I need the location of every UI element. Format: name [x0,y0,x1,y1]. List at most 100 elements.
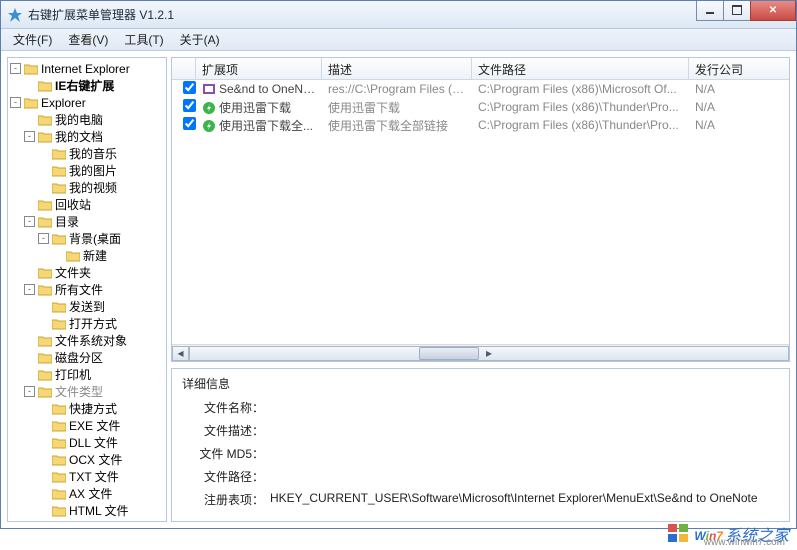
row-checkbox[interactable] [183,117,196,130]
folder-open-icon [38,131,52,143]
col-description[interactable]: 描述 [322,58,472,79]
folder-icon [52,420,66,432]
col-extension[interactable]: 扩展项 [196,58,322,79]
tree-node-filetype[interactable]: -文件类型 [24,383,166,400]
folder-icon [38,335,52,347]
tree-node-shortcut[interactable]: 快捷方式 [38,400,166,417]
detail-value [270,445,779,462]
scroll-thumb[interactable] [419,347,479,360]
right-pane: 扩展项 描述 文件路径 发行公司 Se&nd to OneNoteres://C… [171,57,790,522]
tree-node-ie-ext[interactable]: IE右键扩展 [24,77,166,94]
windows-logo-icon [666,522,692,546]
tree-node-txt[interactable]: TXT 文件 [38,468,166,485]
tree-node-mydocs[interactable]: -我的文档 [24,128,166,145]
collapse-icon[interactable]: - [24,386,35,397]
menu-tools[interactable]: 工具(T) [116,29,171,50]
col-publisher[interactable]: 发行公司 [689,58,789,79]
tree-node-filesysobj[interactable]: 文件系统对象 [24,332,166,349]
tree-node-exe[interactable]: EXE 文件 [38,417,166,434]
horizontal-scrollbar[interactable]: ◂ ▸ [172,344,789,361]
row-path: C:\Program Files (x86)\Thunder\Pro... [472,118,689,132]
thunder-icon [202,101,216,115]
collapse-icon[interactable]: - [10,63,21,74]
tree-node-background[interactable]: -背景(桌面 [38,230,166,247]
row-path: C:\Program Files (x86)\Microsoft Of... [472,82,689,96]
detail-value: HKEY_CURRENT_USER\Software\Microsoft\Int… [270,491,779,508]
tree-node-explorer[interactable]: -Explorer [10,94,166,111]
table-row[interactable]: Se&nd to OneNoteres://C:\Program Files (… [172,80,789,98]
content-area: -Internet Explorer IE右键扩展 -Explorer 我的电脑… [1,51,796,528]
ext-name: Se&nd to OneNote [219,82,320,96]
window-title: 右键扩展菜单管理器 V1.2.1 [28,6,697,23]
detail-label: 文件名称： [182,399,270,416]
detail-row-desc: 文件描述： [182,419,779,442]
menu-view[interactable]: 查看(V) [60,29,116,50]
detail-label: 注册表项： [182,491,270,508]
tree-node-new[interactable]: 新建 [52,247,166,264]
row-publisher: N/A [689,118,789,132]
detail-title: 详细信息 [182,375,779,392]
detail-row-path: 文件路径： [182,465,779,488]
thunder-icon [202,119,216,133]
tree-panel[interactable]: -Internet Explorer IE右键扩展 -Explorer 我的电脑… [7,57,167,522]
tree-node-openwith[interactable]: 打开方式 [38,315,166,332]
folder-open-icon [38,386,52,398]
detail-row-name: 文件名称： [182,396,779,419]
collapse-icon[interactable]: - [24,284,35,295]
maximize-button[interactable] [723,1,751,21]
table-row[interactable]: 使用迅雷下载使用迅雷下载C:\Program Files (x86)\Thund… [172,98,789,116]
list-panel: 扩展项 描述 文件路径 发行公司 Se&nd to OneNoteres://C… [171,57,790,362]
tree-node-sendto[interactable]: 发送到 [38,298,166,315]
list-body[interactable]: Se&nd to OneNoteres://C:\Program Files (… [172,80,789,344]
folder-icon [52,165,66,177]
folder-icon [38,114,52,126]
tree-node-catalog[interactable]: -目录 [24,213,166,230]
col-checkbox[interactable] [172,58,196,79]
ext-name: 使用迅雷下载全... [219,119,313,133]
collapse-icon[interactable]: - [38,233,49,244]
col-filepath[interactable]: 文件路径 [472,58,689,79]
collapse-icon[interactable]: - [24,216,35,227]
tree-node-allfiles[interactable]: -所有文件 [24,281,166,298]
list-header: 扩展项 描述 文件路径 发行公司 [172,58,789,80]
tree-node-printer[interactable]: 打印机 [24,366,166,383]
detail-panel: 详细信息 文件名称： 文件描述： 文件 MD5： 文件路径： 注册表项：HKEY… [171,368,790,522]
tree-node-dll[interactable]: DLL 文件 [38,434,166,451]
folder-icon [52,318,66,330]
tree-node-ocx[interactable]: OCX 文件 [38,451,166,468]
row-path: C:\Program Files (x86)\Thunder\Pro... [472,100,689,114]
collapse-icon[interactable]: - [24,131,35,142]
row-checkbox[interactable] [183,99,196,112]
tree-node-myvideo[interactable]: 我的视频 [38,179,166,196]
titlebar[interactable]: 右键扩展菜单管理器 V1.2.1 [1,1,796,29]
close-button[interactable] [750,1,796,21]
tree-node-recycle[interactable]: 回收站 [24,196,166,213]
folder-icon [52,182,66,194]
tree-node-folder[interactable]: 文件夹 [24,264,166,281]
tree-node-diskpart[interactable]: 磁盘分区 [24,349,166,366]
tree-node-ie[interactable]: -Internet Explorer [10,60,166,77]
folder-icon [52,437,66,449]
scroll-right-icon[interactable]: ▸ [189,346,789,361]
table-row[interactable]: 使用迅雷下载全...使用迅雷下载全部链接C:\Program Files (x8… [172,116,789,134]
folder-icon [52,454,66,466]
tree-node-mycomputer[interactable]: 我的电脑 [24,111,166,128]
menu-about[interactable]: 关于(A) [172,29,228,50]
menu-file[interactable]: 文件(F) [5,29,60,50]
collapse-icon[interactable]: - [10,97,21,108]
window-controls [697,1,796,21]
folder-icon [38,267,52,279]
scroll-left-icon[interactable]: ◂ [172,346,189,361]
tree-node-mypics[interactable]: 我的图片 [38,162,166,179]
detail-value [270,422,779,439]
tree-node-mymusic[interactable]: 我的音乐 [38,145,166,162]
ext-name: 使用迅雷下载 [219,101,291,115]
row-checkbox[interactable] [183,81,196,94]
detail-value [270,399,779,416]
folder-open-icon [38,284,52,296]
app-window: 右键扩展菜单管理器 V1.2.1 文件(F) 查看(V) 工具(T) 关于(A)… [0,0,797,529]
minimize-button[interactable] [696,1,724,21]
folder-icon [52,301,66,313]
tree-node-ax[interactable]: AX 文件 [38,485,166,502]
tree-node-html[interactable]: HTML 文件 [38,502,166,519]
